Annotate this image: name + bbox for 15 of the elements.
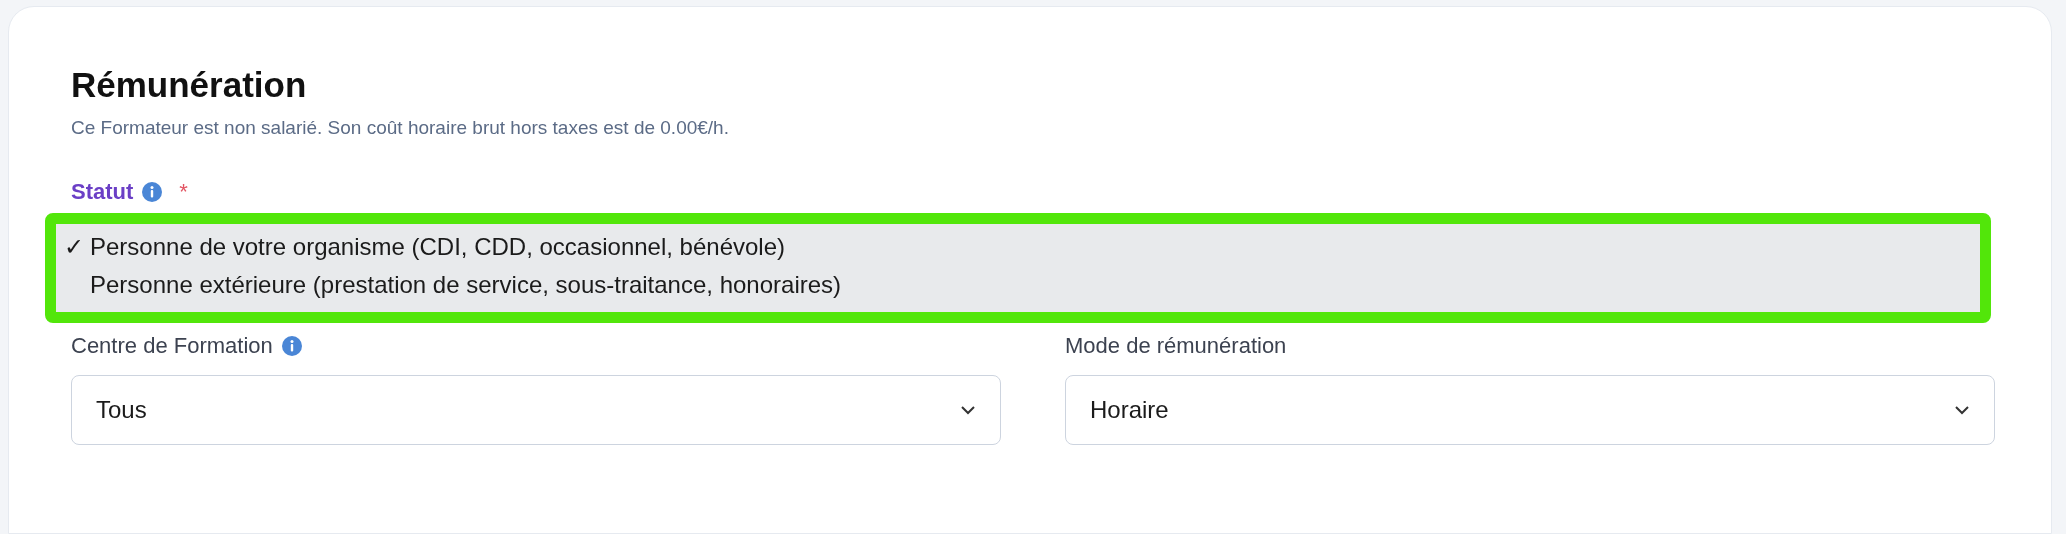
dropdown-option[interactable]: ✓ Personne de votre organisme (CDI, CDD, occasionnel, bénévole)	[56, 228, 1980, 266]
check-mark: ✓	[64, 232, 85, 262]
field-label: Mode de rémunération	[1065, 333, 1287, 359]
chevron-down-icon	[960, 405, 976, 415]
select-field[interactable]: Tous	[71, 375, 1001, 445]
required-mark: *	[179, 179, 188, 205]
dropdown-option[interactable]: Personne extérieure (prestation de service, sous-traitance, honoraires)	[56, 266, 1980, 304]
select-field[interactable]: Horaire	[1065, 375, 1995, 445]
chevron-down-icon	[1954, 405, 1970, 415]
section-title: Rémunération	[71, 65, 307, 105]
section-subtitle: Ce Formateur est non salarié. Son coût horaire brut hors taxes est de 0.00€/h.	[71, 117, 729, 139]
info-icon[interactable]	[280, 335, 303, 357]
field-label: Centre de Formation	[71, 333, 273, 359]
info-icon[interactable]	[141, 181, 164, 203]
field-label: Statut	[71, 179, 134, 205]
